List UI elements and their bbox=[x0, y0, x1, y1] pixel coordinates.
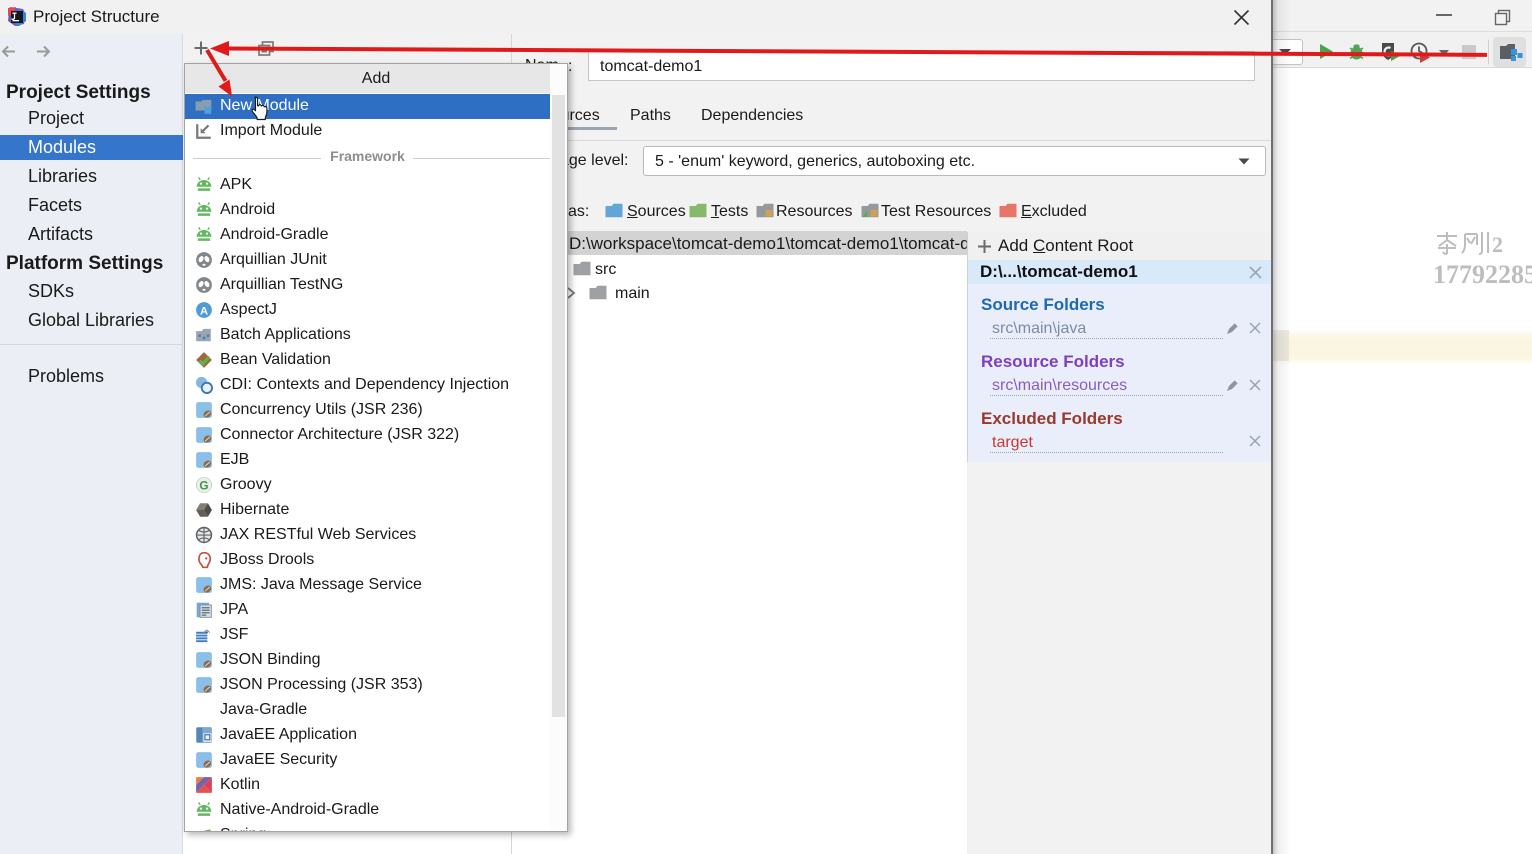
svg-text:2: 2 bbox=[1492, 232, 1502, 255]
